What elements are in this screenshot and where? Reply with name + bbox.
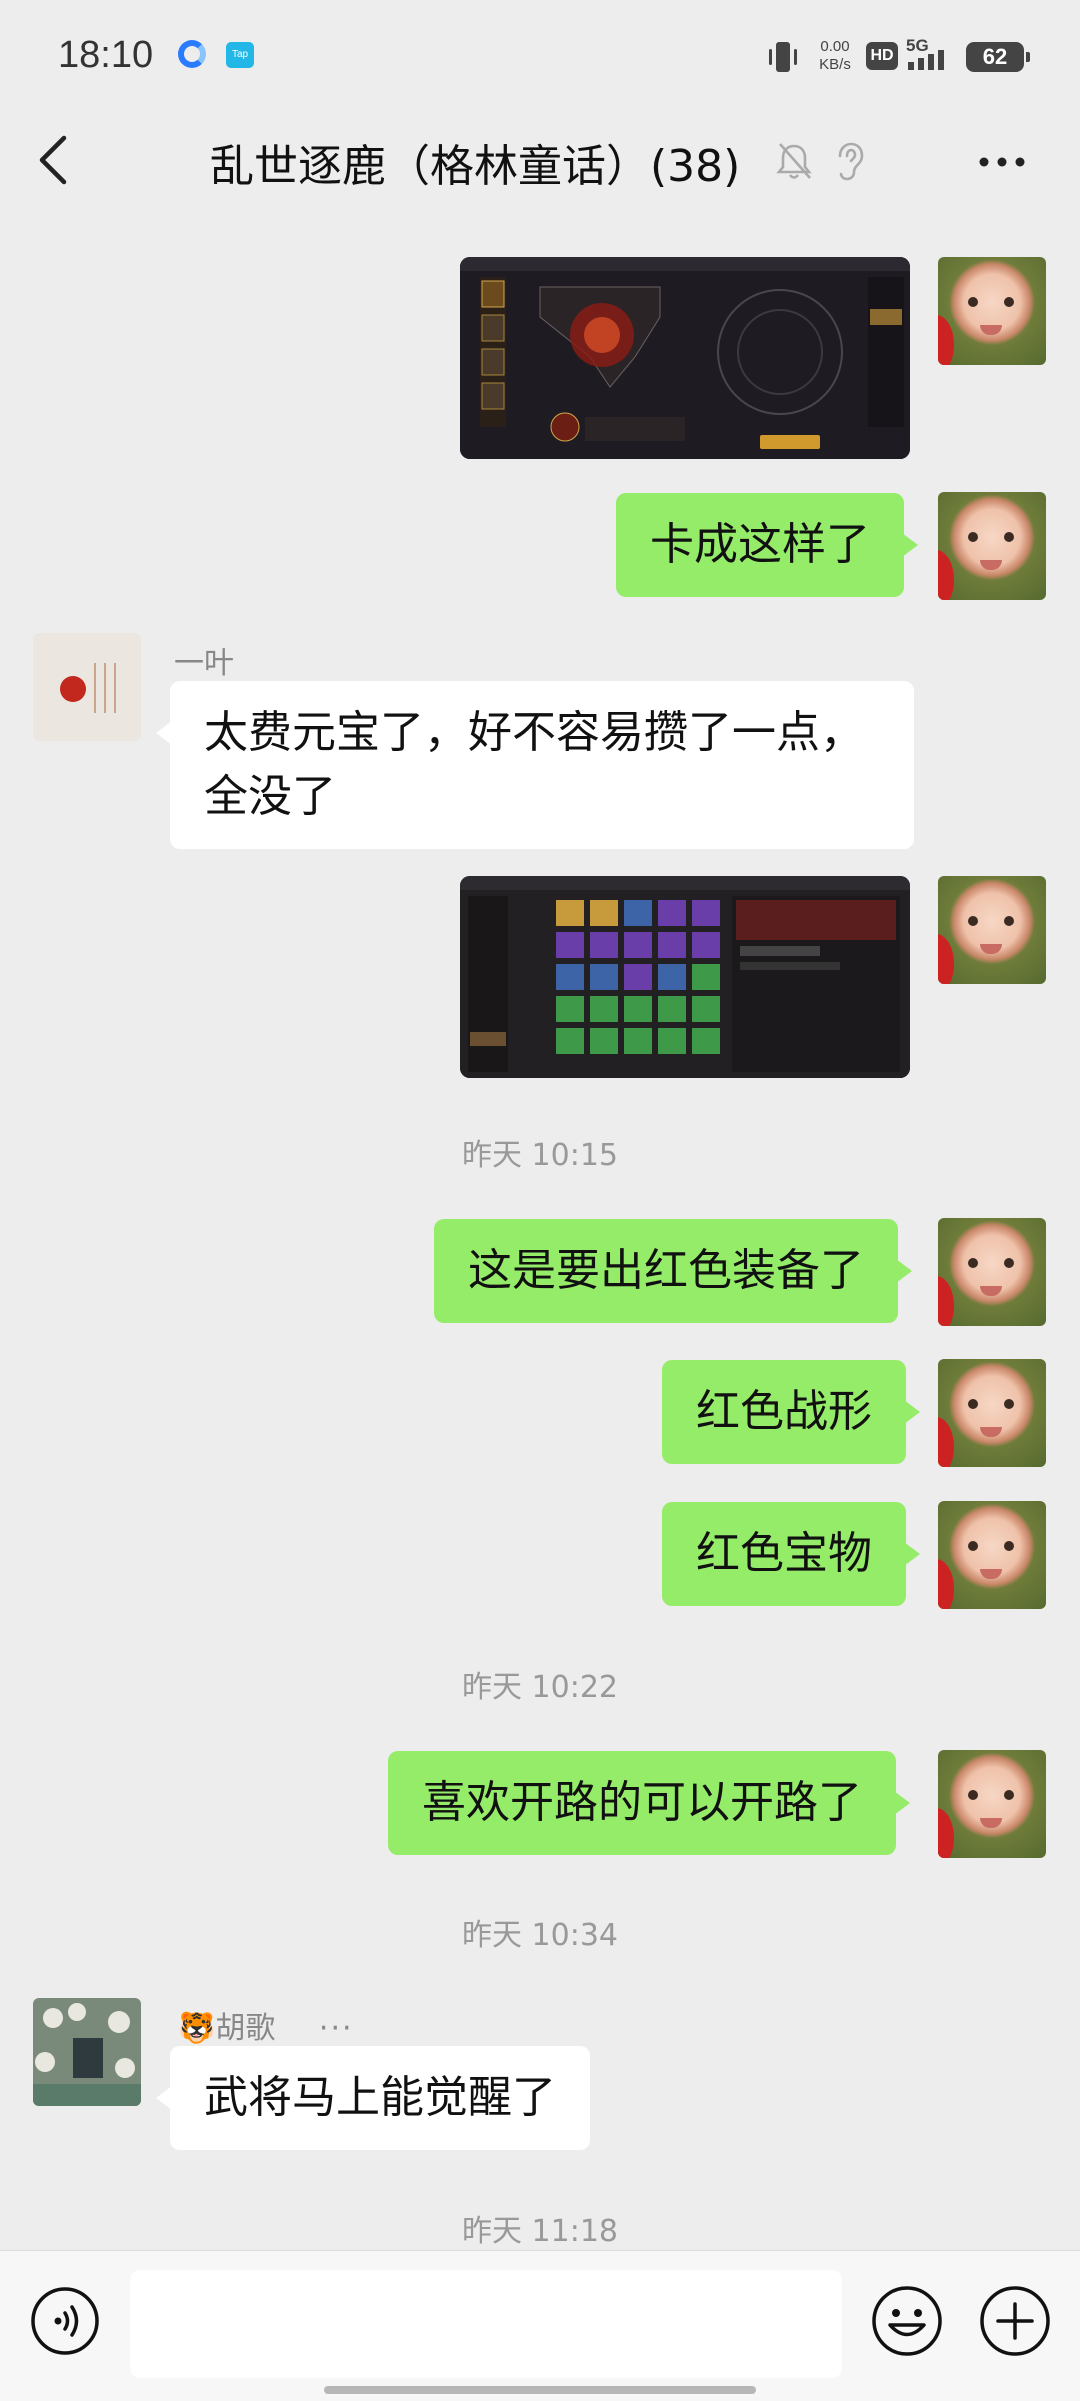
status-time: 18:10: [58, 34, 154, 76]
time-divider: 昨天 11:18: [462, 2214, 618, 2249]
my-avatar[interactable]: [938, 1750, 1046, 1858]
emoji-icon[interactable]: [870, 2284, 944, 2358]
time-divider: 昨天 10:22: [462, 1670, 618, 1705]
voice-icon[interactable]: [30, 2286, 100, 2356]
my-avatar[interactable]: [938, 257, 1046, 365]
taptap-app-icon: Tap: [226, 42, 254, 68]
back-icon[interactable]: [30, 130, 74, 190]
plus-icon[interactable]: [978, 2284, 1052, 2358]
sender-name: 🐯胡歌 ···: [178, 2003, 354, 2047]
network-speed-unit: KB/s: [819, 56, 851, 73]
sender-extra: ···: [318, 2011, 354, 2046]
signal-icon: 5G: [906, 36, 960, 72]
my-avatar[interactable]: [938, 492, 1046, 600]
time-divider: 昨天 10:34: [462, 1918, 618, 1953]
message-bubble[interactable]: 红色宝物: [662, 1502, 920, 1606]
sender-avatar[interactable]: [33, 1998, 141, 2106]
chat-title: 乱世逐鹿（格林童话）(38): [210, 141, 741, 192]
sender-name: 一叶: [174, 646, 234, 681]
game-screenshot-image[interactable]: [460, 257, 910, 459]
network-speed: 0.00 KB/s: [812, 38, 858, 74]
message-bubble[interactable]: 卡成这样了: [616, 493, 918, 597]
time-divider: 昨天 10:15: [462, 1138, 618, 1173]
network-speed-value: 0.00: [820, 38, 850, 55]
message-bubble[interactable]: 红色战形: [662, 1360, 920, 1464]
my-avatar[interactable]: [938, 876, 1046, 984]
hd-badge: HD: [866, 42, 898, 70]
message-bubble[interactable]: 喜欢开路的可以开路了: [388, 1751, 910, 1855]
sender-name-text: 胡歌: [215, 2011, 276, 2046]
message-input[interactable]: [130, 2270, 842, 2378]
battery-indicator: 62: [966, 42, 1030, 72]
message-bubble[interactable]: 武将马上能觉醒了: [156, 2046, 590, 2150]
my-avatar[interactable]: [938, 1359, 1046, 1467]
home-indicator: [324, 2386, 756, 2394]
sender-avatar[interactable]: [33, 633, 141, 741]
game-screenshot-image[interactable]: [460, 876, 910, 1078]
message-bubble[interactable]: 这是要出红色装备了: [434, 1219, 912, 1323]
message-bubble[interactable]: 太费元宝了，好不容易攒了一点，全没了: [156, 681, 914, 849]
ear-icon: [838, 142, 864, 181]
my-avatar[interactable]: [938, 1218, 1046, 1326]
my-avatar[interactable]: [938, 1501, 1046, 1609]
vibrate-icon: [769, 42, 797, 72]
mute-bell-icon: [776, 143, 812, 179]
sender-emoji: 🐯: [178, 2011, 216, 2046]
more-icon[interactable]: [976, 142, 1028, 182]
browser-app-icon: [178, 40, 206, 68]
